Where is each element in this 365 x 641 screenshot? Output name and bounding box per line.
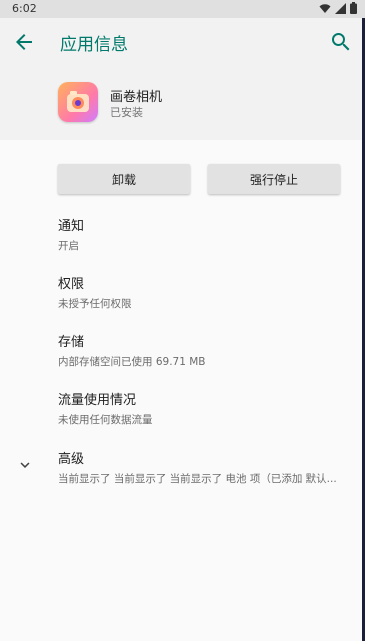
search-icon[interactable] — [329, 30, 353, 54]
signal-icon — [335, 2, 346, 14]
settings-item-permissions[interactable]: 权限 未授予任何权限 — [58, 273, 353, 311]
settings-item-subtitle: 内部存储空间已使用 69.71 MB — [58, 356, 206, 368]
status-time: 6:02 — [12, 2, 37, 15]
settings-item-subtitle: 未使用任何数据流量 — [58, 414, 153, 426]
wifi-icon — [319, 4, 331, 13]
settings-item-subtitle: 开启 — [58, 240, 79, 252]
chevron-down-icon[interactable] — [16, 456, 34, 474]
settings-item-notifications[interactable]: 通知 开启 — [58, 215, 353, 253]
settings-item-data-usage[interactable]: 流量使用情况 未使用任何数据流量 — [58, 389, 353, 427]
settings-item-subtitle: 未授予任何权限 — [58, 298, 132, 310]
app-header: 画卷相机 已安装 — [0, 66, 365, 140]
page-title: 应用信息 — [60, 35, 128, 55]
arrow-back-icon[interactable] — [12, 30, 36, 54]
status-icons — [319, 2, 357, 14]
app-bar: 应用信息 — [0, 18, 365, 66]
uninstall-button[interactable]: 卸载 — [58, 164, 190, 194]
app-install-status: 已安装 — [110, 106, 143, 119]
force-stop-button[interactable]: 强行停止 — [208, 164, 340, 194]
settings-item-title: 存储 — [58, 335, 85, 350]
status-bar: 6:02 — [0, 0, 365, 18]
settings-item-storage[interactable]: 存储 内部存储空间已使用 69.71 MB — [58, 331, 353, 369]
app-name: 画卷相机 — [110, 90, 163, 105]
settings-item-subtitle: 当前显示了 当前显示了 当前显示了 电池 项（已添加 默认... — [58, 473, 337, 485]
app-icon — [58, 82, 98, 122]
settings-item-title: 通知 — [58, 219, 85, 234]
settings-item-title: 高级 — [58, 452, 85, 467]
camera-icon — [67, 91, 89, 112]
settings-item-advanced[interactable]: 高级 当前显示了 当前显示了 当前显示了 电池 项（已添加 默认... — [58, 448, 353, 486]
battery-icon — [350, 2, 357, 14]
settings-item-title: 流量使用情况 — [58, 393, 137, 408]
settings-item-title: 权限 — [58, 277, 85, 292]
